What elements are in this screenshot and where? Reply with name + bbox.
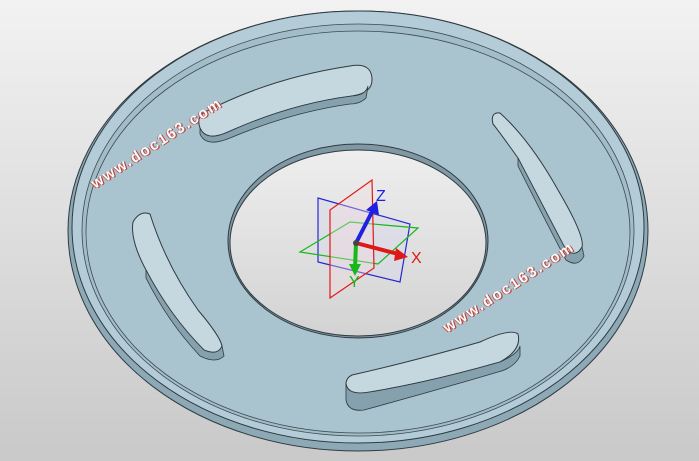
cad-viewport[interactable]: Z X Y www.doc163.com www.doc163.com <box>0 0 699 461</box>
triad-origin <box>353 240 359 246</box>
y-axis-label: Y <box>349 274 360 291</box>
3d-model-view[interactable] <box>0 0 699 461</box>
z-axis-label: Z <box>376 188 386 205</box>
x-axis-label: X <box>411 250 422 267</box>
